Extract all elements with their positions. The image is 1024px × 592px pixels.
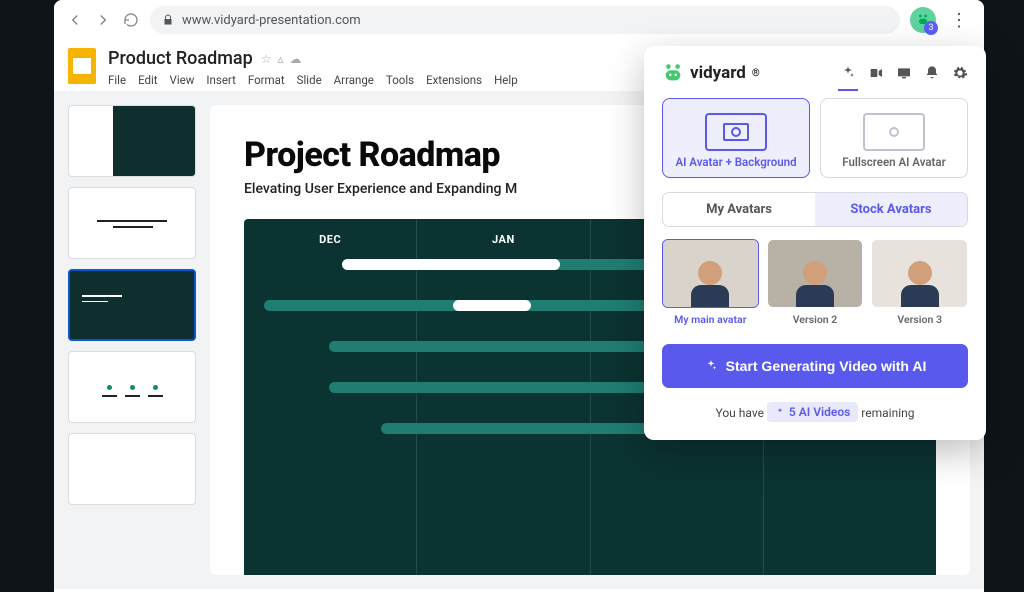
tab-stock-avatars[interactable]: Stock Avatars bbox=[815, 193, 967, 226]
extension-badge-count: 3 bbox=[924, 21, 938, 35]
reload-button[interactable] bbox=[122, 11, 140, 29]
vidyard-brand-text: vidyard bbox=[690, 63, 746, 83]
menu-format[interactable]: Format bbox=[248, 73, 285, 87]
back-button[interactable] bbox=[66, 11, 84, 29]
mode-avatar-background[interactable]: AI Avatar + Background bbox=[662, 98, 810, 178]
vidyard-panel: vidyard® AI Avatar + Background bbox=[644, 46, 986, 440]
thumbnail-1[interactable] bbox=[68, 105, 196, 177]
mode-fullscreen-avatar[interactable]: Fullscreen AI Avatar bbox=[820, 98, 968, 178]
avatar-main[interactable]: My main avatar bbox=[662, 239, 759, 326]
avatar-thumb bbox=[871, 239, 968, 308]
url-bar[interactable]: www.vidyard-presentation.com bbox=[150, 6, 900, 34]
remaining-post: remaining bbox=[861, 406, 914, 420]
thumbnail-4[interactable] bbox=[68, 351, 196, 423]
mode-fullscreen-label: Fullscreen AI Avatar bbox=[827, 155, 961, 169]
remaining-info: You have 5 AI Videos remaining bbox=[662, 402, 968, 422]
browser-toolbar: www.vidyard-presentation.com 3 ⋮ bbox=[54, 0, 984, 40]
avatar-v2[interactable]: Version 2 bbox=[767, 239, 864, 326]
menu-slide[interactable]: Slide bbox=[297, 73, 322, 87]
generate-video-button[interactable]: Start Generating Video with AI bbox=[662, 344, 968, 388]
extension-button[interactable]: 3 bbox=[910, 7, 936, 33]
menu-help[interactable]: Help bbox=[494, 73, 518, 87]
remaining-pre: You have bbox=[716, 406, 764, 420]
menu-view[interactable]: View bbox=[170, 73, 195, 87]
move-icon[interactable]: ▵ bbox=[278, 52, 284, 66]
cloud-icon[interactable]: ☁ bbox=[290, 52, 302, 66]
gear-icon[interactable] bbox=[952, 65, 968, 81]
thumbnail-3[interactable] bbox=[68, 269, 196, 341]
browser-menu-button[interactable]: ⋮ bbox=[946, 10, 972, 31]
menu-insert[interactable]: Insert bbox=[206, 73, 235, 87]
menu-bar: File Edit View Insert Format Slide Arran… bbox=[108, 73, 518, 87]
camera-icon[interactable] bbox=[868, 65, 884, 81]
mode-avatar-bg-label: AI Avatar + Background bbox=[669, 155, 803, 169]
avatar-thumb bbox=[662, 239, 759, 308]
document-title[interactable]: Product Roadmap bbox=[108, 48, 253, 69]
slides-logo-icon bbox=[68, 48, 96, 84]
ai-sparkle-icon[interactable] bbox=[840, 65, 856, 81]
vidyard-brand: vidyard® bbox=[662, 62, 760, 84]
menu-extensions[interactable]: Extensions bbox=[426, 73, 482, 87]
sparkle-icon-small bbox=[775, 407, 785, 417]
menu-tools[interactable]: Tools bbox=[386, 73, 414, 87]
star-icon[interactable]: ☆ bbox=[261, 52, 272, 66]
tab-my-avatars[interactable]: My Avatars bbox=[663, 193, 815, 226]
menu-arrange[interactable]: Arrange bbox=[334, 73, 374, 87]
avatar-list: My main avatar Version 2 Version 3 bbox=[662, 239, 968, 326]
bell-icon[interactable] bbox=[924, 65, 940, 81]
lock-icon bbox=[162, 14, 174, 26]
forward-button[interactable] bbox=[94, 11, 112, 29]
month-jan: JAN bbox=[492, 233, 515, 246]
avatar-thumb bbox=[767, 239, 864, 308]
month-dec: DEC bbox=[319, 233, 341, 246]
vidyard-logo-icon bbox=[662, 62, 684, 84]
avatar-v3[interactable]: Version 3 bbox=[871, 239, 968, 326]
screen-record-icon[interactable] bbox=[896, 65, 912, 81]
avatar-caption: My main avatar bbox=[662, 313, 759, 326]
avatar-tabs: My Avatars Stock Avatars bbox=[662, 192, 968, 227]
url-text: www.vidyard-presentation.com bbox=[182, 13, 361, 28]
menu-file[interactable]: File bbox=[108, 73, 126, 87]
remaining-chip: 5 AI Videos bbox=[767, 402, 858, 422]
sparkle-icon bbox=[704, 359, 718, 373]
avatar-caption: Version 3 bbox=[871, 313, 968, 326]
thumbnail-2[interactable] bbox=[68, 187, 196, 259]
thumbnail-5[interactable] bbox=[68, 433, 196, 505]
slide-thumbnails bbox=[68, 105, 196, 575]
generate-button-label: Start Generating Video with AI bbox=[726, 358, 927, 374]
menu-edit[interactable]: Edit bbox=[138, 73, 157, 87]
avatar-caption: Version 2 bbox=[767, 313, 864, 326]
